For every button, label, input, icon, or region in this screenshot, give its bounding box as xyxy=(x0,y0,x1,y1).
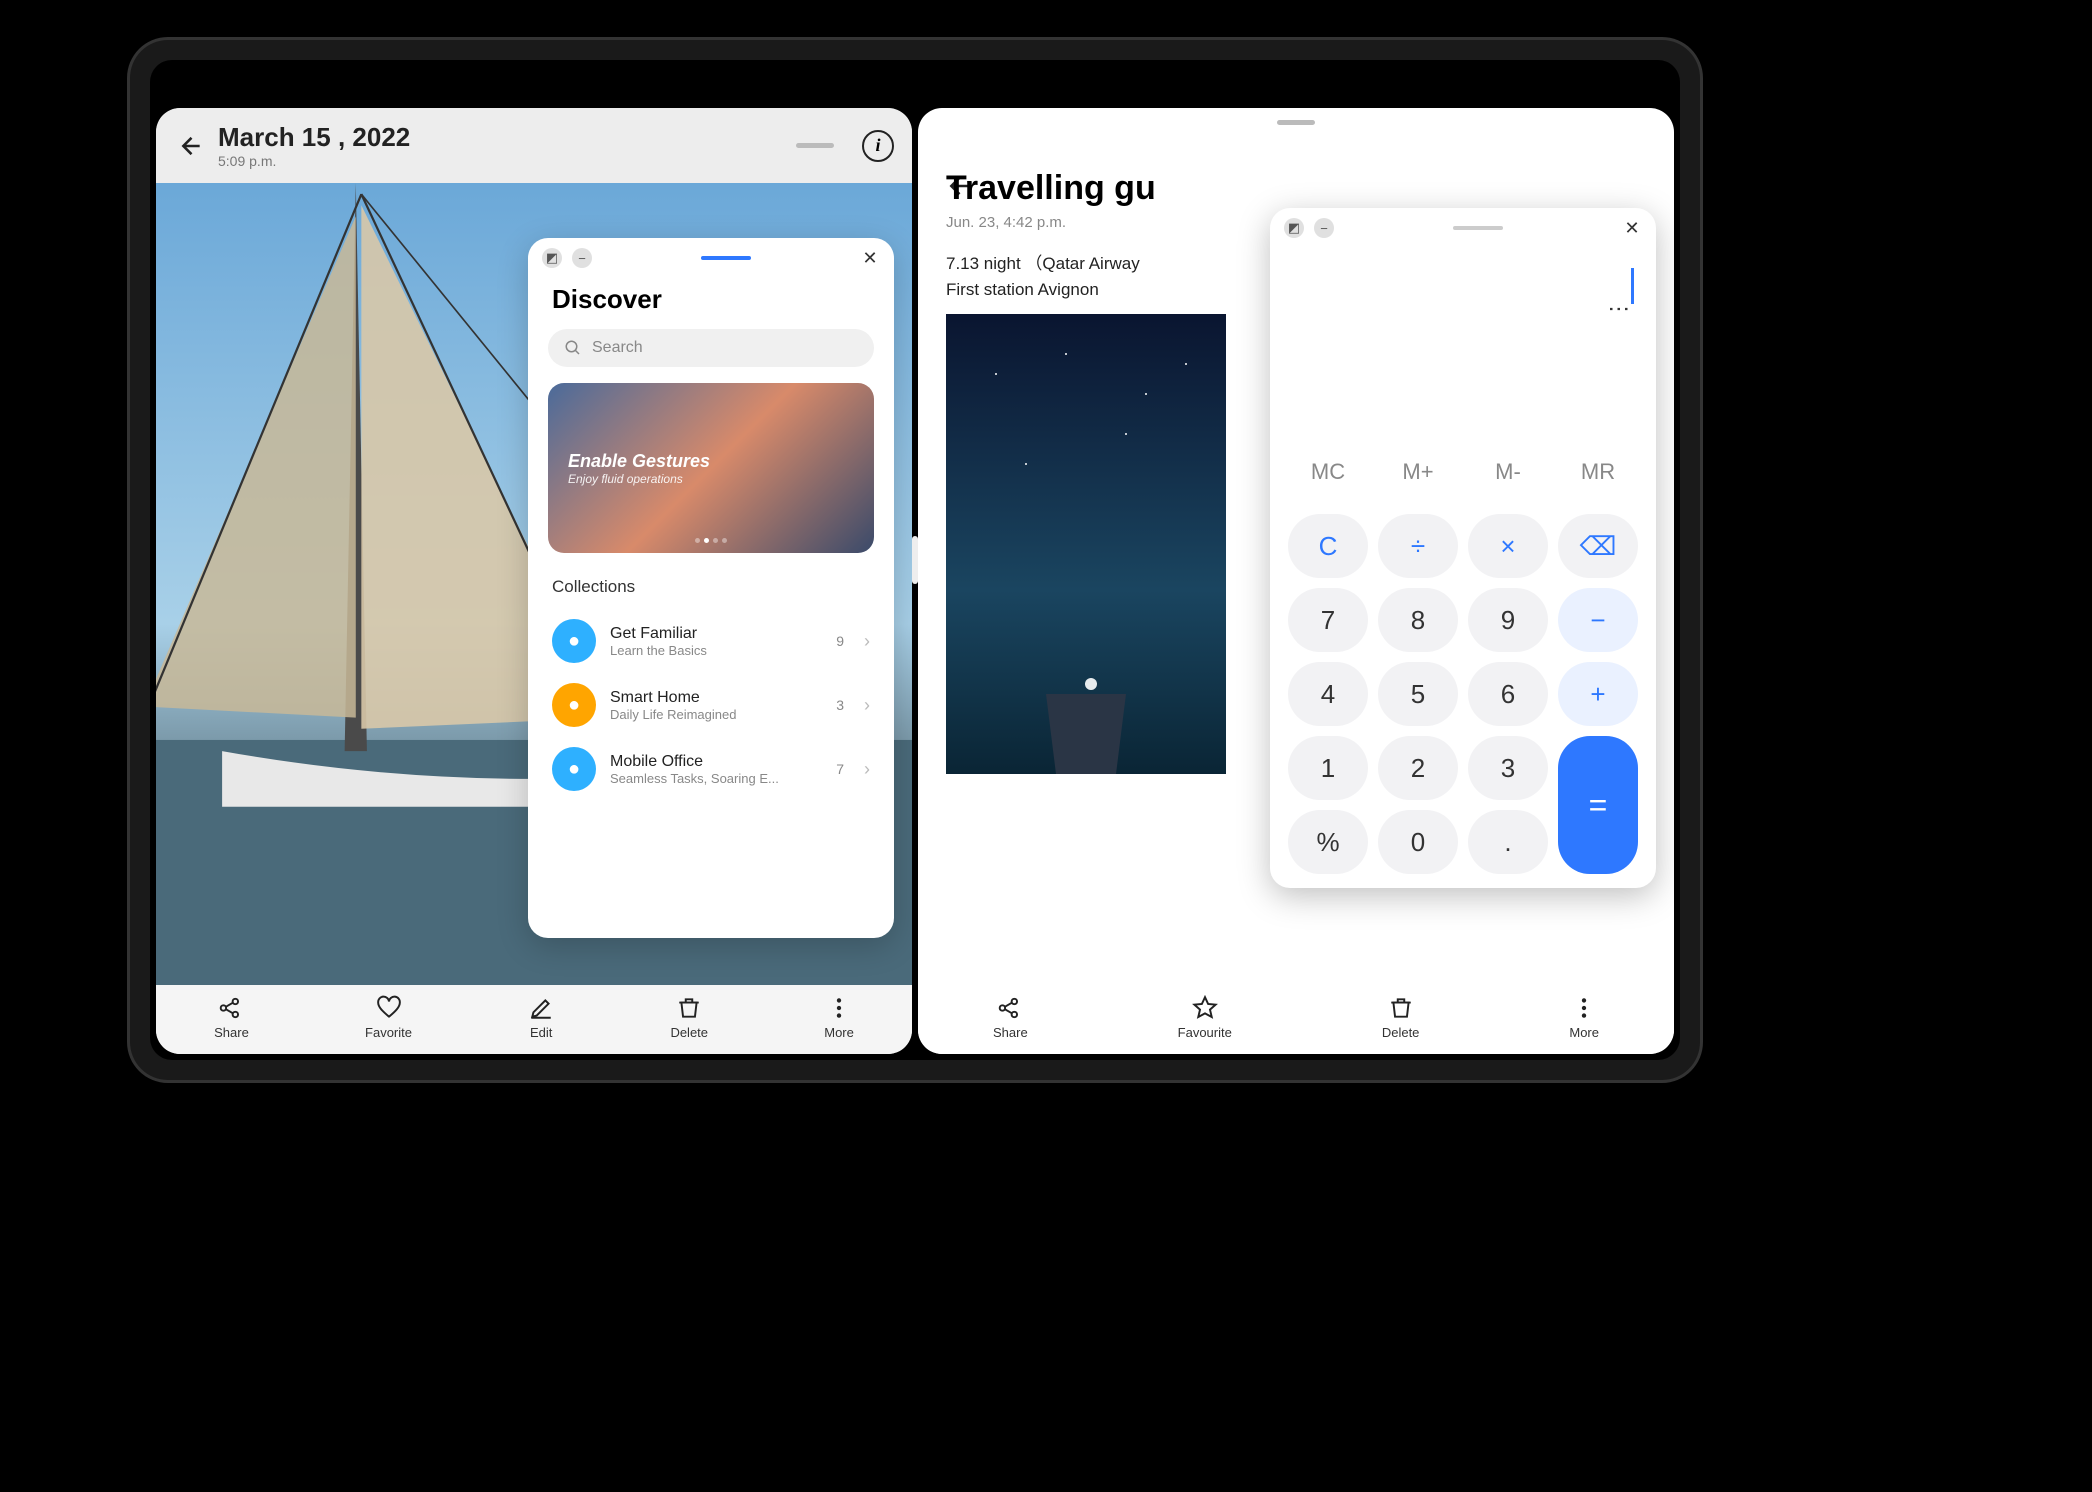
collection-icon: ● xyxy=(552,619,596,663)
share-icon xyxy=(997,995,1023,1021)
collection-item[interactable]: ● Mobile OfficeSeamless Tasks, Soaring E… xyxy=(528,737,894,801)
more-button[interactable]: More xyxy=(1569,995,1599,1040)
calc-key-4[interactable]: 4 xyxy=(1288,662,1368,726)
trash-icon xyxy=(676,995,702,1021)
share-icon xyxy=(218,995,244,1021)
calc-mc-button[interactable]: MC xyxy=(1288,440,1368,504)
gallery-pane: March 15 , 2022 5:09 p.m. i xyxy=(156,108,912,1054)
close-icon[interactable]: ✕ xyxy=(1622,218,1642,238)
screen: March 15 , 2022 5:09 p.m. i xyxy=(150,60,1680,1060)
calculator-floating-window[interactable]: ◩ − ✕ ⋮ MCM+M-MRC÷×⌫789−456+123=%0. xyxy=(1270,208,1656,888)
calc-key-.[interactable]: . xyxy=(1468,810,1548,874)
calc-key-÷[interactable]: ÷ xyxy=(1378,514,1458,578)
search-placeholder: Search xyxy=(592,339,643,357)
chevron-right-icon: › xyxy=(864,631,870,652)
calc-key-%[interactable]: % xyxy=(1288,810,1368,874)
calc-key-8[interactable]: 8 xyxy=(1378,588,1458,652)
calc-key-5[interactable]: 5 xyxy=(1378,662,1458,726)
star-icon xyxy=(1192,995,1218,1021)
share-button[interactable]: Share xyxy=(214,995,249,1040)
trash-icon xyxy=(1388,995,1414,1021)
delete-button[interactable]: Delete xyxy=(670,995,708,1040)
float-resize-icon[interactable]: ◩ xyxy=(542,248,562,268)
calc-key-0[interactable]: 0 xyxy=(1378,810,1458,874)
banner-title: Enable Gestures xyxy=(568,451,854,472)
tab-indicator xyxy=(701,256,751,260)
banner-pagination xyxy=(695,538,727,543)
chevron-right-icon: › xyxy=(864,759,870,780)
calc-key-3[interactable]: 3 xyxy=(1468,736,1548,800)
collection-item[interactable]: ● Smart HomeDaily Life Reimagined 3 › xyxy=(528,673,894,737)
more-icon xyxy=(1571,995,1597,1021)
calc-key-1[interactable]: 1 xyxy=(1288,736,1368,800)
search-input[interactable]: Search xyxy=(548,329,874,367)
calc-key-9[interactable]: 9 xyxy=(1468,588,1548,652)
tablet-frame: March 15 , 2022 5:09 p.m. i xyxy=(130,40,1700,1080)
float-window-header[interactable]: ◩ − ✕ xyxy=(528,238,894,278)
calc-key-−[interactable]: − xyxy=(1558,588,1638,652)
more-button[interactable]: More xyxy=(824,995,854,1040)
drag-handle[interactable] xyxy=(796,143,834,148)
calc-key-C[interactable]: C xyxy=(1288,514,1368,578)
calc-key-2[interactable]: 2 xyxy=(1378,736,1458,800)
photo-time: 5:09 p.m. xyxy=(218,153,768,169)
drag-indicator[interactable] xyxy=(1453,226,1503,230)
note-image[interactable] xyxy=(946,314,1226,774)
calc-key-6[interactable]: 6 xyxy=(1468,662,1548,726)
calc-key-×[interactable]: × xyxy=(1468,514,1548,578)
favorite-button[interactable]: Favorite xyxy=(365,995,412,1040)
edit-icon xyxy=(528,995,554,1021)
favourite-button[interactable]: Favourite xyxy=(1178,995,1232,1040)
float-window-header[interactable]: ◩ − ✕ xyxy=(1270,208,1656,248)
collection-icon: ● xyxy=(552,747,596,791)
chevron-right-icon: › xyxy=(864,695,870,716)
edit-button[interactable]: Edit xyxy=(528,995,554,1040)
collections-heading: Collections xyxy=(528,569,894,609)
calc-m--button[interactable]: M- xyxy=(1468,440,1548,504)
photo-date: March 15 , 2022 xyxy=(218,122,768,153)
discover-floating-window[interactable]: ◩ − ✕ Discover Search Enable Gestures En… xyxy=(528,238,894,938)
split-divider[interactable] xyxy=(912,536,918,584)
calc-key-7[interactable]: 7 xyxy=(1288,588,1368,652)
notes-pane: Travelling gu Jun. 23, 4:42 p.m. 7.13 ni… xyxy=(918,108,1674,1054)
gallery-header: March 15 , 2022 5:09 p.m. i xyxy=(156,108,912,183)
more-icon[interactable]: ⋮ xyxy=(1606,298,1632,318)
back-arrow-icon[interactable] xyxy=(174,132,202,160)
gallery-toolbar: Share Favorite Edit Delete More xyxy=(156,985,912,1054)
float-minimize-icon[interactable]: − xyxy=(572,248,592,268)
float-minimize-icon[interactable]: − xyxy=(1314,218,1334,238)
calc-m+-button[interactable]: M+ xyxy=(1378,440,1458,504)
calculator-display[interactable]: ⋮ xyxy=(1270,248,1656,440)
delete-button[interactable]: Delete xyxy=(1382,995,1420,1040)
share-button[interactable]: Share xyxy=(993,995,1028,1040)
calc-mr-button[interactable]: MR xyxy=(1558,440,1638,504)
more-icon xyxy=(826,995,852,1021)
note-title: Travelling gu xyxy=(946,169,1646,208)
float-resize-icon[interactable]: ◩ xyxy=(1284,218,1304,238)
banner-subtitle: Enjoy fluid operations xyxy=(568,472,854,486)
search-icon xyxy=(564,339,582,357)
discover-banner[interactable]: Enable Gestures Enjoy fluid operations xyxy=(548,383,874,553)
collection-icon: ● xyxy=(552,683,596,727)
drag-handle[interactable] xyxy=(1277,120,1315,125)
collection-item[interactable]: ● Get FamiliarLearn the Basics 9 › xyxy=(528,609,894,673)
calc-key-⌫[interactable]: ⌫ xyxy=(1558,514,1638,578)
calc-key-+[interactable]: + xyxy=(1558,662,1638,726)
discover-title: Discover xyxy=(528,278,894,329)
note-handle-area[interactable] xyxy=(918,108,1674,129)
info-icon[interactable]: i xyxy=(862,130,894,162)
close-icon[interactable]: ✕ xyxy=(860,248,880,268)
calculator-keypad: MCM+M-MR C÷×⌫ 789− 456+123=%0. xyxy=(1270,440,1656,874)
heart-icon xyxy=(376,995,402,1021)
calc-key-=[interactable]: = xyxy=(1558,736,1638,874)
note-toolbar: Share Favourite Delete More xyxy=(918,985,1674,1054)
